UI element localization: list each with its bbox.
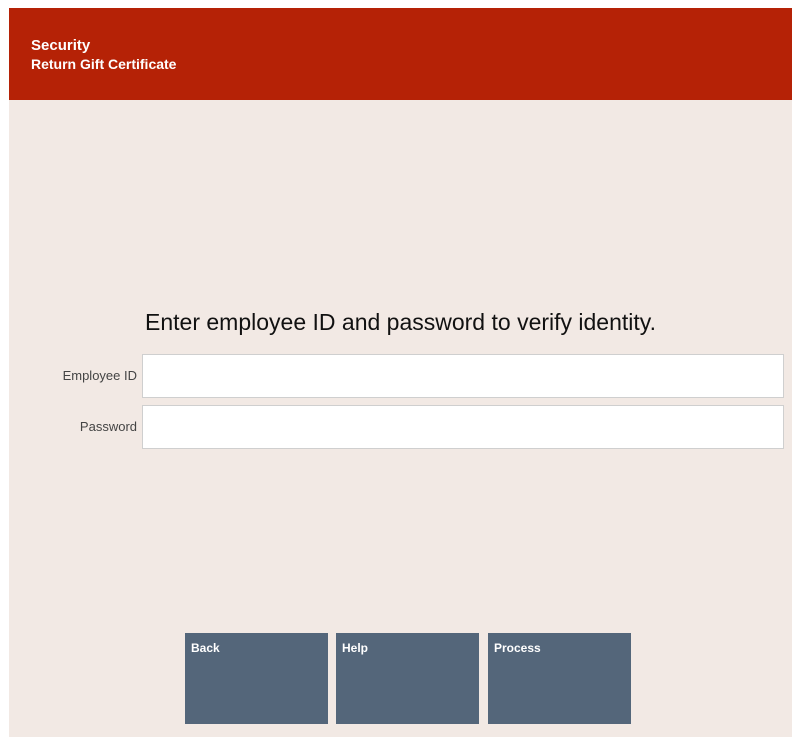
security-screen: Security Return Gift Certificate Enter e… — [9, 8, 792, 737]
page-title: Security — [31, 37, 91, 54]
password-label: Password — [79, 419, 137, 434]
help-button[interactable]: Help — [336, 633, 479, 724]
employee-id-row: Employee ID — [9, 354, 792, 398]
page-subtitle: Return Gift Certificate — [31, 56, 177, 72]
employee-id-field[interactable] — [142, 354, 784, 398]
process-button[interactable]: Process — [488, 633, 631, 724]
password-field[interactable] — [142, 405, 784, 449]
prompt-text: Enter employee ID and password to verify… — [145, 309, 656, 335]
employee-id-label: Employee ID — [62, 368, 137, 383]
header-bar: Security Return Gift Certificate — [9, 8, 792, 100]
back-button[interactable]: Back — [185, 633, 328, 724]
password-row: Password — [9, 405, 792, 449]
action-buttons: Back Help Process — [9, 633, 792, 725]
